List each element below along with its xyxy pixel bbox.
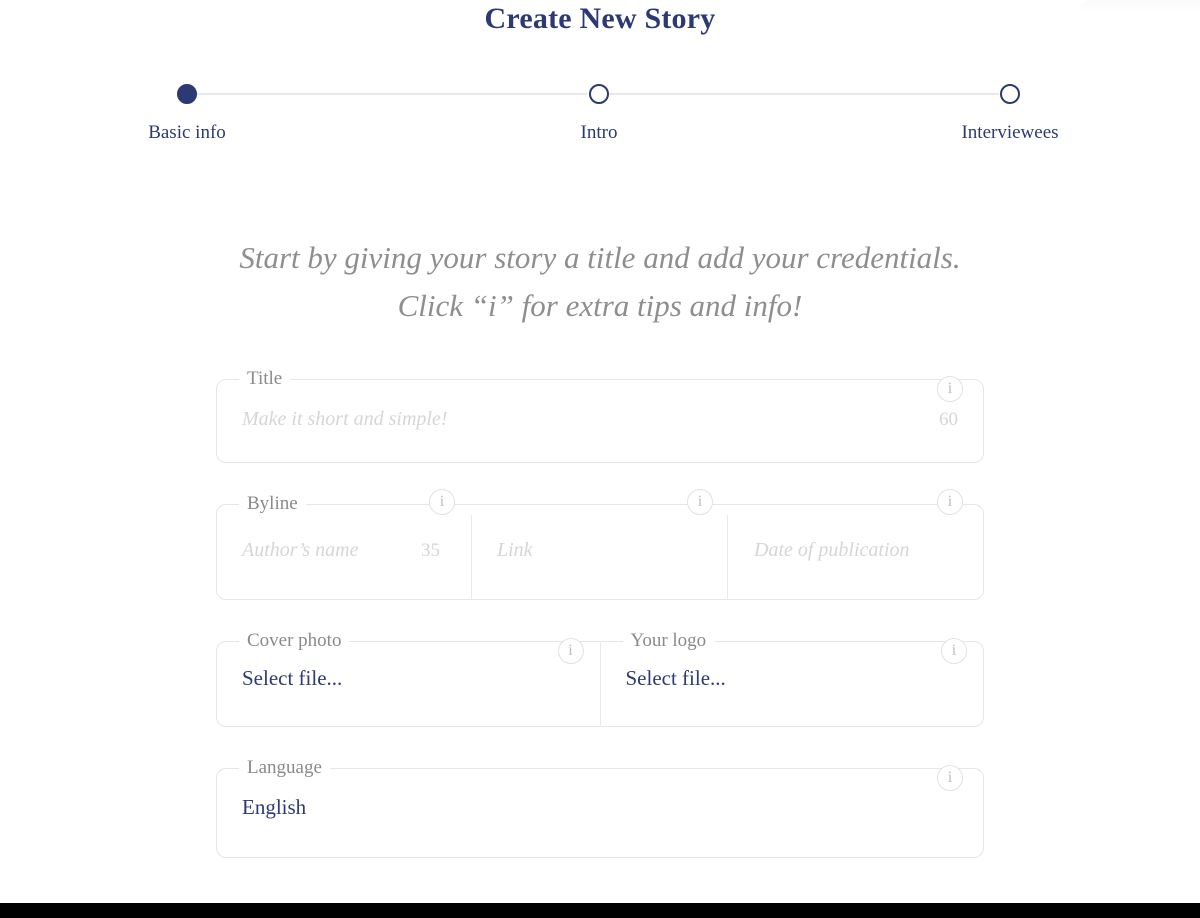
link-input-placeholder[interactable]: Link — [497, 539, 533, 562]
story-form: Title Make it short and simple! 60 i Byl… — [216, 368, 984, 858]
date-input-placeholder[interactable]: Date of publication — [754, 539, 910, 562]
author-name-input-placeholder[interactable]: Author’s name — [242, 539, 358, 562]
logo-select-file-button[interactable]: Select file... — [626, 666, 726, 691]
files-row: Cover photo Select file... i Your logo S… — [216, 630, 984, 727]
title-fieldset: Title Make it short and simple! 60 i — [216, 368, 984, 463]
info-icon[interactable]: i — [937, 489, 963, 515]
progress-stepper: Basic info Intro Interviewees — [0, 84, 1200, 154]
title-field-body[interactable]: Make it short and simple! 60 — [217, 390, 983, 462]
step-dot-filled-icon — [177, 84, 197, 104]
language-field-body[interactable]: English — [217, 779, 983, 857]
bottom-bar — [0, 903, 1200, 918]
page-title: Create New Story — [484, 2, 716, 35]
byline-fieldset: Byline Author’s name 35 Link Date of pub… — [216, 489, 984, 600]
byline-divider-1 — [471, 515, 472, 599]
stepper-step-basic-info[interactable]: Basic info — [87, 84, 287, 144]
byline-divider-2 — [727, 515, 728, 599]
cover-photo-fieldset: Cover photo Select file... i — [216, 630, 600, 727]
logo-field-body[interactable]: Select file... — [601, 652, 984, 726]
step-label: Basic info — [148, 122, 226, 143]
title-input-placeholder[interactable]: Make it short and simple! — [242, 408, 448, 431]
logo-legend: Your logo — [630, 630, 707, 651]
info-icon[interactable]: i — [937, 765, 963, 791]
step-label: Interviewees — [961, 122, 1059, 143]
language-selected-value[interactable]: English — [242, 795, 306, 820]
byline-field-body: Author’s name 35 Link Date of publicatio… — [217, 515, 983, 599]
info-icon[interactable]: i — [557, 638, 584, 664]
cover-photo-field-body[interactable]: Select file... — [217, 652, 600, 726]
info-icon[interactable]: i — [937, 376, 963, 402]
language-fieldset: Language English i — [216, 757, 984, 858]
cover-photo-legend: Cover photo — [247, 630, 342, 651]
logo-fieldset: Your logo Select file... i — [599, 630, 984, 727]
language-legend: Language — [247, 757, 322, 778]
step-label: Intro — [580, 122, 618, 143]
info-icon[interactable]: i — [941, 638, 967, 664]
step-dot-icon — [1000, 84, 1020, 104]
byline-legend: Byline — [247, 493, 298, 514]
create-story-page: Create New Story Basic info Intro Interv… — [0, 0, 1200, 918]
info-icon[interactable]: i — [429, 489, 455, 515]
author-char-counter: 35 — [421, 540, 440, 561]
intro-instructions: Start by giving your story a title and a… — [239, 240, 961, 323]
stepper-step-intro[interactable]: Intro — [499, 84, 699, 144]
step-dot-icon — [589, 84, 609, 104]
stepper-step-interviewees[interactable]: Interviewees — [910, 84, 1110, 144]
title-legend: Title — [247, 368, 283, 389]
title-char-counter: 60 — [939, 409, 958, 430]
info-icon[interactable]: i — [687, 489, 713, 515]
cover-photo-select-file-button[interactable]: Select file... — [242, 666, 342, 691]
